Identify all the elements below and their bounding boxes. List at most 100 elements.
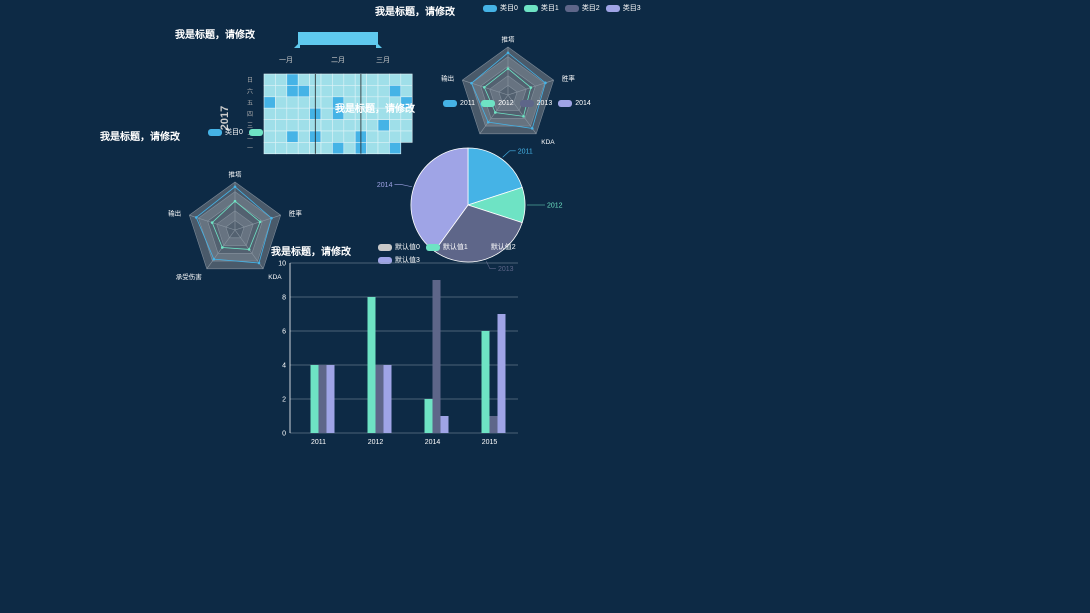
pie-legend: 2011 2012 2013 2014 (443, 100, 591, 107)
calendar-cell (320, 96, 333, 109)
y-tick-label: 8 (282, 295, 286, 302)
bar (432, 280, 441, 433)
pie-legend-item-3[interactable]: 2014 (558, 100, 591, 107)
bar (367, 297, 376, 433)
bar (440, 416, 449, 433)
calendar-cell (320, 73, 333, 86)
radar-point (233, 199, 237, 203)
radar-point (270, 216, 273, 220)
calendar-cell (286, 130, 299, 143)
visual-map-handle-left[interactable] (294, 42, 300, 48)
calendar-cell (263, 130, 276, 143)
bar (497, 314, 506, 433)
legend-label: 类目3 (622, 5, 641, 12)
y-tick-label: 10 (278, 261, 286, 268)
weekday-label: 四 (247, 111, 253, 118)
calendar-cell (275, 130, 288, 143)
x-tick-label: 2014 (425, 439, 441, 446)
calendar-cell (297, 107, 310, 120)
calendar-cell (275, 96, 288, 109)
month-label-2: 三月 (376, 56, 390, 64)
legend-label: 2013 (536, 100, 553, 107)
bar-chart: 0 2 4 6 8 10 2011 2012 2014 2015 (278, 261, 518, 446)
calendar-cell (343, 119, 356, 132)
weekday-label: 一 (247, 146, 253, 152)
pie-legend-item-0[interactable]: 2011 (443, 100, 475, 107)
legend-item-0[interactable]: 类目0 (483, 3, 518, 13)
visual-map-bar[interactable] (298, 32, 378, 45)
legend-label: 2012 (498, 100, 514, 107)
calendar-cell (332, 142, 345, 155)
calendar-cell (332, 130, 345, 143)
calendar-cell (275, 73, 288, 86)
calendar-cell (320, 107, 333, 120)
calendar-cell (297, 85, 310, 98)
visual-map-handle-right[interactable] (376, 42, 382, 48)
radar-legend-item-0[interactable]: 类目0 (208, 127, 243, 137)
radar-point (470, 81, 473, 85)
calendar-cell (263, 142, 276, 155)
legend-item-3[interactable]: 类目3 (605, 3, 641, 13)
radar-indicator-label: 胜率 (289, 208, 303, 217)
legend-item-1[interactable]: 类目1 (523, 3, 559, 13)
pie-label-line (394, 183, 412, 188)
calendar-cell (400, 73, 413, 86)
radar-point (258, 220, 262, 224)
pie-title: 我是标题，请修改 (335, 104, 415, 115)
calendar-cell (332, 85, 345, 98)
calendar-cell (275, 85, 288, 98)
weekday-label: 日 (247, 77, 253, 84)
calendar-cell (366, 119, 379, 132)
calendar-cell (366, 73, 379, 86)
bar-legend-item-0[interactable]: 默认值0 (378, 242, 420, 252)
pie-label: 2012 (547, 203, 563, 210)
legend-label: 2014 (575, 100, 591, 107)
legend-label: 类目2 (581, 5, 600, 12)
radar-indicator-label: 推塔 (229, 169, 243, 178)
legend-label: 类目0 (500, 5, 518, 12)
radar-indicator-label: 输出 (441, 73, 454, 82)
pie-legend-item-1[interactable]: 2012 (481, 100, 514, 107)
bar-legend-item-2[interactable]: 默认值2 (473, 242, 516, 252)
radar-point (544, 81, 547, 85)
y-tick-label: 2 (282, 397, 286, 404)
calendar-cell (389, 85, 402, 98)
radar-point (247, 248, 251, 251)
pie-label: 2011 (518, 148, 533, 155)
calendar-cell (286, 85, 299, 98)
calendar-cell (343, 73, 356, 86)
radar-point (494, 111, 497, 114)
radar-point (194, 216, 198, 219)
legend-item-2[interactable]: 类目2 (564, 3, 600, 13)
radar-point (506, 67, 510, 70)
y-tick-label: 4 (282, 363, 286, 370)
radar-point (529, 86, 533, 89)
calendar-cell (377, 119, 390, 132)
calendar-cell (286, 107, 299, 120)
bar-legend-item-1[interactable]: 默认值1 (425, 242, 468, 252)
month-label-0: 一月 (279, 56, 293, 64)
radar-left-legend: 类目0 (208, 127, 263, 137)
radar-point (482, 85, 486, 89)
calendar-cell (297, 142, 310, 155)
calendar-cell (263, 73, 276, 86)
pie-legend-item-2[interactable]: 2013 (519, 100, 553, 107)
calendar-cell (332, 73, 345, 86)
calendar-cell (263, 85, 276, 98)
calendar-cell (286, 142, 299, 155)
weekday-label: 五 (247, 100, 253, 107)
top-legend: 类目0 类目1 类目2 类目3 (483, 3, 641, 13)
radar-point (233, 185, 237, 189)
calendar-cell (320, 85, 333, 98)
calendar-cell (297, 96, 310, 109)
calendar-cell (377, 73, 390, 86)
bar (318, 365, 327, 433)
bar (310, 365, 319, 433)
calendar-cell (297, 130, 310, 143)
calendar-cell (343, 85, 356, 98)
calendar-cell (389, 73, 402, 86)
radar-legend-item-1[interactable] (248, 128, 263, 136)
top-title: 我是标题，请修改 (375, 7, 455, 18)
radar-left-title: 我是标题，请修改 (100, 132, 180, 143)
radar-point (212, 257, 216, 261)
